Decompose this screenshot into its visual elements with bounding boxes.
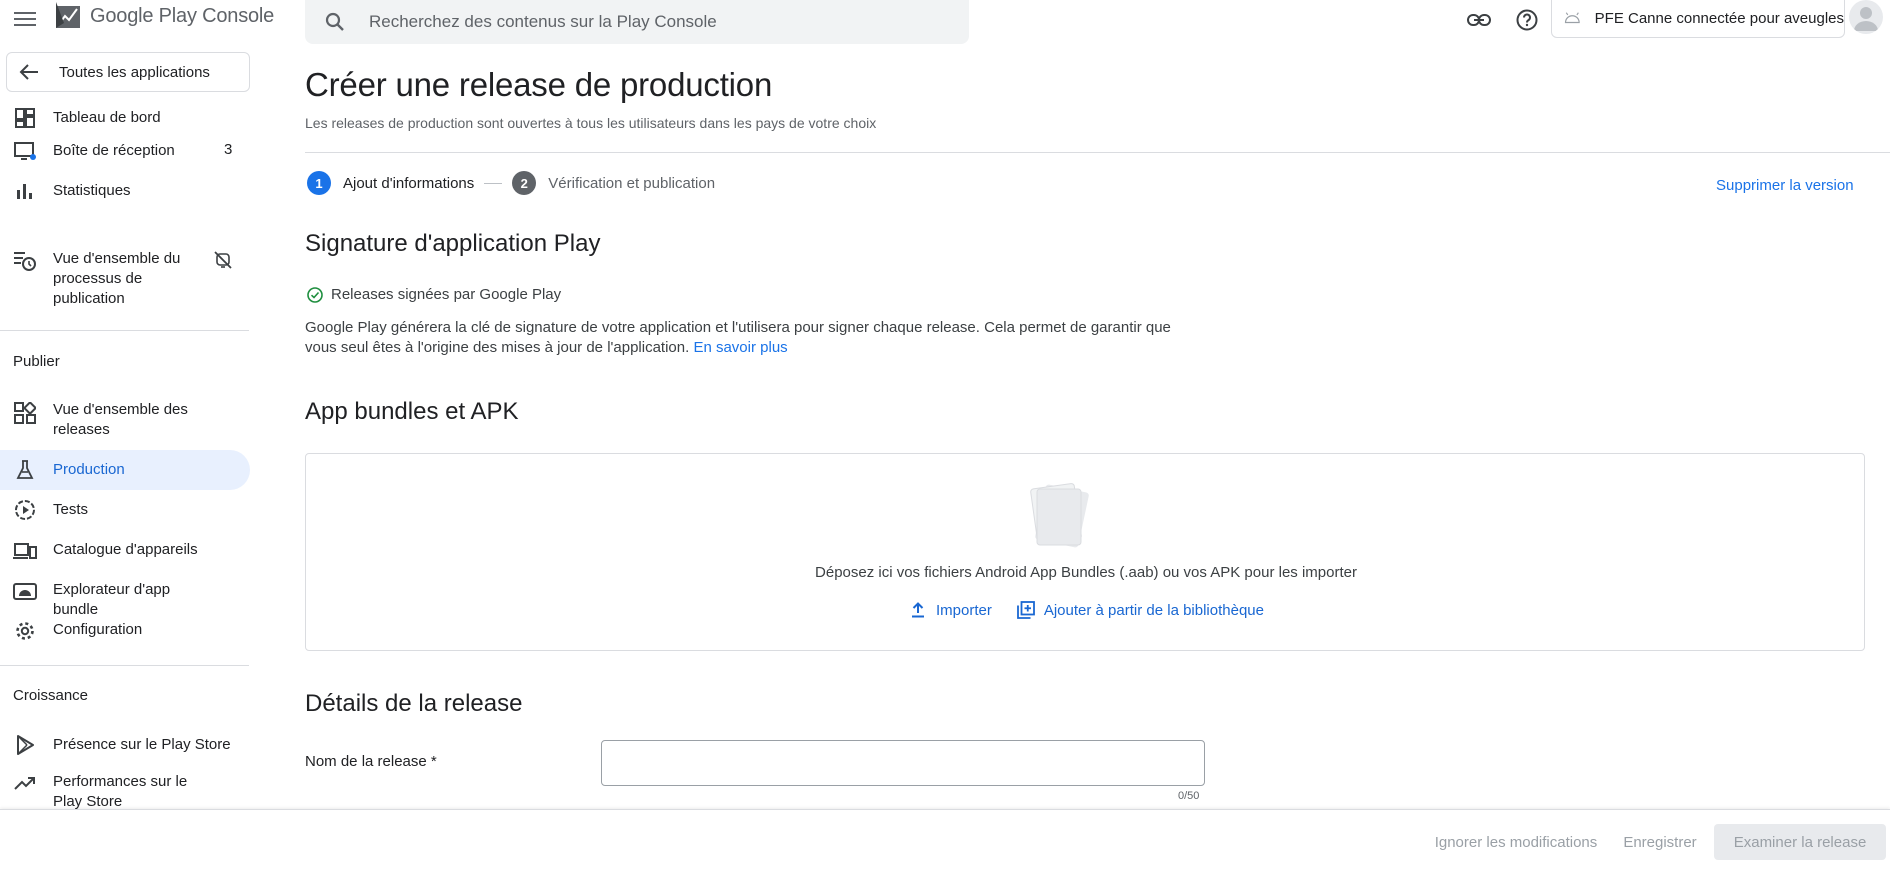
release-stepper: 1 Ajout d'informations 2 Vérification et… (307, 171, 715, 195)
play-console-app: Google Play Console PFE Canne connectée … (0, 0, 1890, 870)
sidebar-divider (0, 330, 249, 331)
release-name-counter: 0/50 (1178, 790, 1200, 802)
bundle-dropzone[interactable]: Déposez ici vos fichiers Android App Bun… (305, 453, 1865, 651)
tests-icon (13, 498, 37, 522)
bundles-heading: App bundles et APK (305, 398, 519, 425)
sidebar-item-label: Configuration (53, 621, 143, 638)
sidebar-item-label: Présence sur le Play Store (53, 736, 231, 753)
add-from-library-label: Ajouter à partir de la bibliothèque (1043, 601, 1264, 619)
menu-icon[interactable] (12, 6, 38, 32)
sidebar-item-store-performance[interactable]: Performances sur le Play Store (0, 770, 250, 810)
step-label-add-info[interactable]: Ajout d'informations (343, 175, 474, 192)
avatar[interactable] (1849, 0, 1883, 34)
step-number: 2 (512, 171, 537, 195)
sidebar-item-publishing-overview[interactable]: Vue d'ensemble du processus de publicati… (0, 245, 250, 311)
sidebar-item-label: Tableau de bord (53, 109, 161, 126)
sidebar-item-label: Vue d'ensemble des releases (53, 401, 188, 438)
sidebar-item-configuration[interactable]: Configuration (0, 615, 250, 647)
review-release-button[interactable]: Examiner la release (1714, 824, 1886, 860)
sidebar-item-label: Performances sur le Play Store (53, 773, 188, 810)
sidebar-item-dashboard[interactable]: Tableau de bord (0, 102, 250, 134)
step-number: 1 (307, 171, 331, 195)
step-connector (484, 182, 503, 184)
play-store-icon (13, 733, 37, 757)
sidebar-item-production[interactable]: Production (0, 450, 250, 490)
sidebar-item-label: Catalogue d'appareils (53, 541, 198, 558)
releases-overview-icon (13, 401, 37, 425)
delete-version-link[interactable]: Supprimer la version (1716, 177, 1854, 194)
save-button[interactable]: Enregistrer (1616, 824, 1704, 860)
signing-status-label: Releases signées par Google Play (331, 286, 562, 303)
account-switcher[interactable]: PFE Canne connectée pour aveugles (1551, 0, 1845, 38)
step-label-review-publish[interactable]: Vérification et publication (548, 175, 715, 192)
sidebar-item-label: Explorateur d'app bundle (53, 581, 171, 618)
learn-more-link[interactable]: En savoir plus (693, 339, 787, 356)
page-subtitle: Les releases de production sont ouvertes… (305, 115, 877, 131)
section-label-publish: Publier (13, 353, 60, 370)
all-apps-label: Toutes les applications (59, 63, 210, 81)
dashboard-icon (13, 106, 37, 130)
android-bundle-icon (13, 579, 37, 603)
sidebar: Toutes les applications Tableau de bord … (0, 40, 250, 810)
section-label-growth: Croissance (13, 687, 89, 704)
library-add-icon (1016, 600, 1036, 620)
sidebar-item-releases-overview[interactable]: Vue d'ensemble des releases (0, 398, 250, 442)
trending-up-icon (13, 772, 37, 796)
import-button[interactable]: Importer (908, 600, 992, 620)
sidebar-item-device-catalog[interactable]: Catalogue d'appareils (0, 535, 250, 567)
add-from-library-button[interactable]: Ajouter à partir de la bibliothèque (1016, 600, 1264, 620)
check-circle-icon (307, 286, 323, 303)
android-icon (1564, 12, 1580, 24)
app-logo[interactable]: Google Play Console (54, 2, 274, 30)
search-bar[interactable] (305, 0, 969, 44)
page-title: Créer une release de production (305, 66, 773, 103)
sidebar-item-label: Statistiques (53, 182, 131, 199)
sidebar-item-label: Tests (53, 501, 89, 518)
top-bar: Google Play Console PFE Canne connectée … (0, 0, 1890, 44)
bottom-action-bar: Ignorer les modifications Enregistrer Ex… (0, 809, 1890, 870)
inbox-icon (13, 139, 37, 163)
header-divider (305, 152, 1890, 153)
signing-status: Releases signées par Google Play (307, 286, 561, 303)
release-name-input[interactable] (601, 740, 1205, 786)
sidebar-item-inbox[interactable]: Boîte de réception 3 (0, 135, 250, 167)
sidebar-item-label: Production (53, 461, 125, 478)
notifications-off-icon (214, 251, 232, 274)
main-content: Créer une release de production Les rele… (250, 40, 1890, 810)
bar-chart-icon (13, 179, 37, 203)
sidebar-item-label: Boîte de réception (53, 142, 175, 159)
files-illustration-icon (1030, 483, 1089, 548)
import-label: Importer (935, 601, 992, 619)
dropzone-actions: Importer Ajouter à partir de la biblioth… (306, 600, 1866, 620)
discard-changes-button[interactable]: Ignorer les modifications (1428, 824, 1604, 860)
link-icon[interactable] (1465, 6, 1493, 34)
sidebar-item-label: Vue d'ensemble du processus de publicati… (53, 250, 181, 307)
sidebar-item-tests[interactable]: Tests (0, 495, 250, 527)
release-details-heading: Détails de la release (305, 690, 523, 717)
all-apps-button[interactable]: Toutes les applications (6, 52, 250, 92)
sidebar-item-bundle-explorer[interactable]: Explorateur d'app bundle (0, 575, 250, 618)
account-name: PFE Canne connectée pour aveugles (1594, 9, 1844, 27)
arrow-back-icon (17, 60, 41, 84)
play-console-logo-icon (56, 2, 80, 28)
devices-icon (13, 539, 37, 563)
search-icon (325, 11, 347, 33)
search-input[interactable] (369, 12, 929, 32)
app-name: Google Play Console (90, 4, 275, 27)
sidebar-divider (0, 665, 249, 666)
sidebar-item-statistics[interactable]: Statistiques (0, 175, 250, 207)
gear-icon (13, 619, 37, 643)
sidebar-item-store-presence[interactable]: Présence sur le Play Store (0, 730, 250, 762)
dropzone-text: Déposez ici vos fichiers Android App Bun… (815, 564, 1357, 581)
help-icon[interactable] (1513, 6, 1541, 34)
release-name-label: Nom de la release * (305, 753, 437, 770)
production-flask-icon (13, 458, 37, 482)
publishing-history-icon (13, 249, 37, 273)
inbox-count-badge: 3 (224, 141, 233, 158)
signing-heading: Signature d'application Play (305, 230, 601, 257)
signing-description: Google Play générera la clé de signature… (305, 318, 1205, 358)
upload-icon (908, 600, 928, 620)
